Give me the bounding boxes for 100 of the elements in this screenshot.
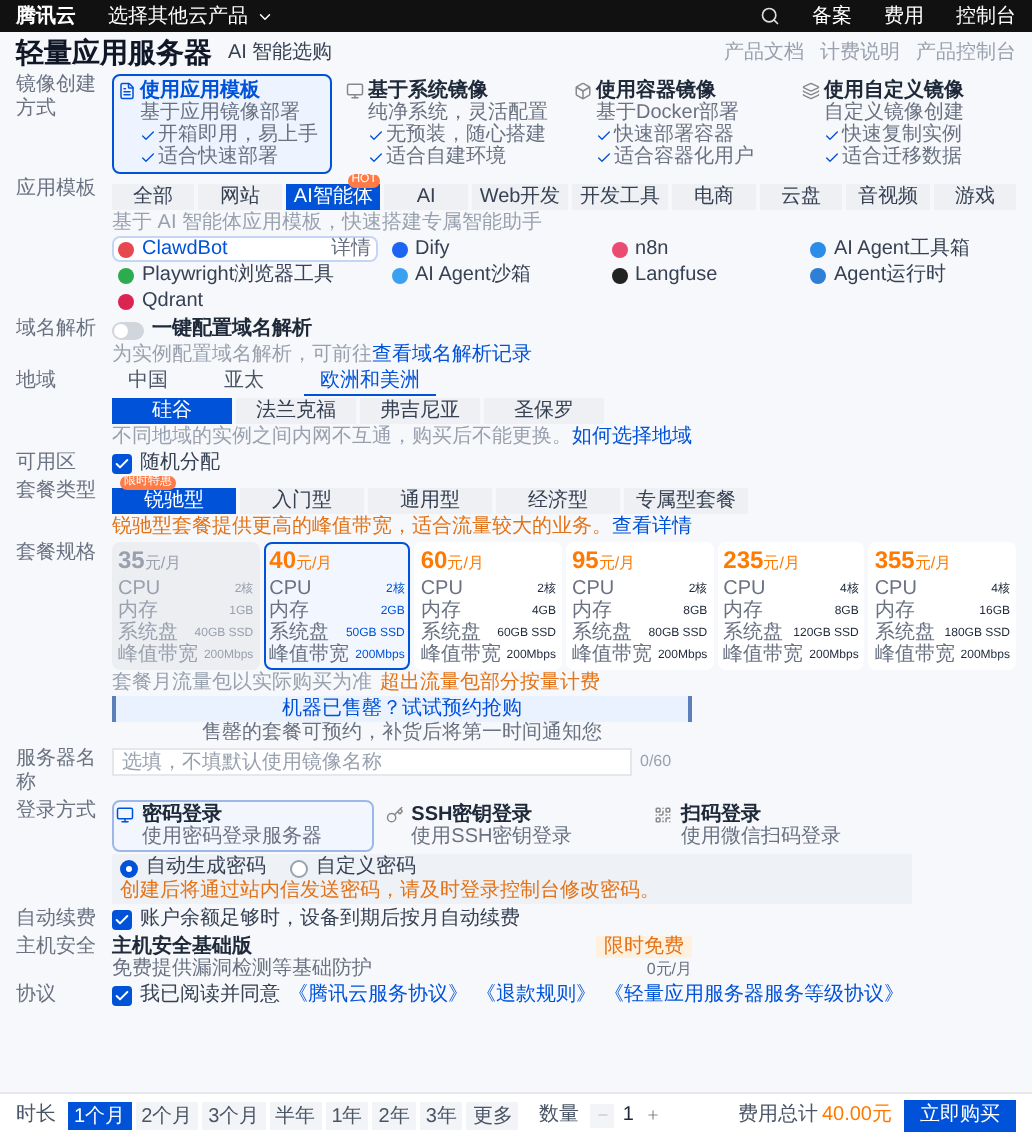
card-title: 基于系统镜像 [368, 80, 490, 102]
area-tab[interactable]: 欧洲和美洲 [304, 370, 436, 396]
city-button[interactable]: 硅谷 [112, 398, 232, 424]
image-method-card[interactable]: 使用应用模板 基于应用镜像部署 开箱即用，易上手 适合快速部署 [112, 74, 332, 174]
image-method-card[interactable]: 基于系统镜像 纯净系统，灵活配置 无预装，随心搭建 适合自建环境 [340, 74, 560, 174]
duration-option[interactable]: 1年 [325, 1101, 369, 1129]
spec-name: 峰值带宽 [118, 644, 198, 666]
category-tab[interactable]: 全部 [112, 184, 195, 210]
category-tab[interactable]: 电商 [672, 184, 756, 210]
app-option[interactable]: AI Agent工具箱 [803, 236, 1016, 262]
search-icon[interactable] [760, 6, 780, 26]
hint-link[interactable]: 查看域名解析记录 [372, 344, 532, 366]
area-tab[interactable]: 亚太 [208, 370, 280, 396]
name-input[interactable]: 选填，不填默认使用镜像名称 [112, 748, 632, 776]
radio-button[interactable] [120, 859, 138, 877]
checkbox[interactable] [112, 910, 132, 930]
field-label: 域名解析 [16, 318, 98, 342]
login-method-card[interactable]: 密码登录 使用密码登录服务器 [112, 800, 374, 852]
buy-button[interactable]: 立即购买 [904, 1099, 1016, 1131]
product-menu[interactable]: 选择其他云产品 [108, 1, 274, 31]
plan-type-tab[interactable]: 专属型套餐 [624, 488, 748, 514]
card-description: 基于应用镜像部署 [140, 102, 300, 124]
top-link[interactable]: 备案 [812, 1, 852, 31]
app-option[interactable]: Qdrant [112, 288, 378, 314]
category-tab[interactable]: AI [384, 184, 468, 210]
app-option[interactable]: Langfuse [605, 262, 796, 288]
category-tab[interactable]: 游戏 [933, 184, 1017, 210]
category-tab[interactable]: 云盘 [759, 184, 843, 210]
ai-button[interactable]: AI 智能选购 [228, 37, 333, 67]
banner-hint: 售罄的套餐可预约，补货后将第一时间通知您 [202, 722, 602, 744]
field-label: 协议 [16, 984, 58, 1008]
app-name: Qdrant [142, 288, 204, 316]
layers-icon [802, 82, 820, 100]
checkbox-label: 账户余额足够时，设备到期后按月自动续费 [140, 908, 520, 932]
duration-option[interactable]: 2年 [372, 1101, 416, 1129]
duration-option[interactable]: 2个月 [135, 1101, 199, 1129]
method-title: SSH密钥登录 [411, 804, 535, 826]
app-option[interactable]: AI Agent沙箱 [385, 262, 598, 288]
document-icon [118, 82, 136, 100]
app-option[interactable]: n8n [605, 236, 796, 262]
city-button[interactable]: 圣保罗 [484, 398, 604, 424]
spec-name: 系统盘 [118, 622, 178, 644]
duration-option[interactable]: 3年 [419, 1101, 463, 1129]
spec-name: 峰值带宽 [723, 644, 804, 666]
app-name: n8n [635, 236, 669, 264]
top-link[interactable]: 费用 [884, 1, 924, 31]
method-description: 使用SSH密钥登录 [411, 826, 573, 848]
checkbox-label: 我已阅读并同意 [140, 984, 280, 1008]
category-tab[interactable]: 开发工具 [572, 184, 669, 210]
agreement-link[interactable]: 《腾讯云服务协议》 [288, 984, 468, 1008]
login-method-card[interactable]: SSH密钥登录 使用SSH密钥登录 [381, 800, 643, 852]
top-link[interactable]: 控制台 [956, 1, 1016, 31]
plan-type-tab[interactable]: 锐驰型 [112, 488, 236, 514]
duration-option[interactable]: 更多 [466, 1101, 519, 1129]
feature-point: 适合迁移数据 [842, 146, 962, 168]
app-option[interactable]: Agent运行时 [803, 262, 1016, 288]
city-button[interactable]: 法兰克福 [236, 398, 356, 424]
image-method-card[interactable]: 使用容器镜像 基于Docker部署 快速部署容器 适合容器化用户 [568, 74, 788, 174]
duration-option[interactable]: 半年 [269, 1101, 322, 1129]
agreement-link[interactable]: 《轻量应用服务器服务等级协议》 [604, 984, 904, 1008]
agreement-link[interactable]: 《退款规则》 [476, 984, 596, 1008]
category-tab[interactable]: Web开发 [471, 184, 569, 210]
category-tab[interactable]: 网站 [198, 184, 282, 210]
app-name: Langfuse [635, 262, 718, 290]
checkbox[interactable] [112, 454, 132, 474]
plan-price: 235元/月 [723, 546, 802, 578]
plan-type-tab[interactable]: 入门型 [240, 488, 364, 514]
category-tab[interactable]: 音视频 [846, 184, 930, 210]
hint-link[interactable]: 如何选择地域 [572, 426, 692, 448]
image-method-card[interactable]: 使用自定义镜像 自定义镜像创建 快速复制实例 适合迁移数据 [796, 74, 1016, 174]
area-tab[interactable]: 中国 [112, 370, 184, 396]
login-method-card[interactable]: 扫码登录 使用微信扫码登录 [650, 800, 912, 852]
security-price: 0元/月 [646, 958, 692, 980]
app-option[interactable]: ClawdBot 详情 [112, 236, 378, 262]
checkbox[interactable] [112, 986, 132, 1006]
reserve-banner[interactable]: 机器已售罄？试试预约抢购 [112, 696, 692, 722]
duration-option[interactable]: 3个月 [202, 1101, 266, 1129]
field-label: 登录方式 [16, 800, 98, 824]
plan-type-tab[interactable]: 通用型 [368, 488, 492, 514]
toggle-switch[interactable] [112, 321, 144, 339]
plan-type-tab[interactable]: 经济型 [496, 488, 620, 514]
security-title: 主机安全基础版 [112, 936, 252, 958]
quantity-value: 1 [620, 1102, 636, 1130]
app-option[interactable]: Dify [385, 236, 598, 262]
app-option[interactable]: Playwright浏览器工具 [112, 262, 378, 288]
warning-text: 锐驰型套餐提供更高的峰值带宽，适合流量较大的业务。 [112, 516, 612, 538]
city-button[interactable]: 弗吉尼亚 [360, 398, 480, 424]
feature-point: 开箱即用，易上手 [158, 124, 318, 146]
qr-code-icon [654, 806, 673, 824]
method-title: 密码登录 [142, 804, 224, 826]
logo[interactable]: 腾讯云 [16, 1, 76, 31]
field-label: 地域 [16, 370, 58, 394]
hint-link[interactable]: 查看详情 [612, 516, 692, 538]
radio-button[interactable] [290, 859, 308, 877]
spec-name: 内存 [118, 600, 158, 622]
card-description: 纯净系统，灵活配置 [368, 102, 548, 124]
duration-option[interactable]: 1个月 [68, 1101, 132, 1129]
free-tag: 限时免费 [596, 936, 692, 958]
app-name: Playwright浏览器工具 [142, 261, 335, 290]
detail-link[interactable]: 详情 [331, 234, 372, 264]
